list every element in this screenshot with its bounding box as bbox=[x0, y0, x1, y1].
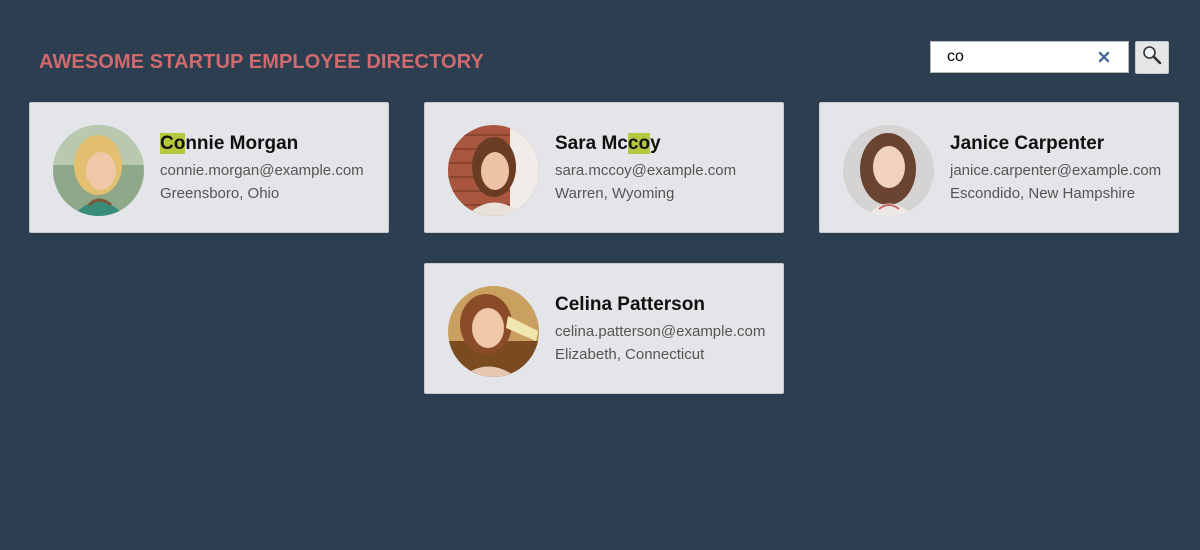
employee-email: celina.patterson@example.com bbox=[555, 323, 766, 340]
avatar bbox=[843, 125, 934, 216]
employee-card[interactable]: Janice Carpenter janice.carpenter@exampl… bbox=[819, 102, 1179, 233]
employee-card[interactable]: Celina Patterson celina.patterson@exampl… bbox=[424, 263, 784, 394]
employee-info: Sara Mccoy sara.mccoy@example.com Warren… bbox=[555, 132, 736, 203]
employee-email: connie.morgan@example.com bbox=[160, 162, 364, 179]
avatar bbox=[448, 286, 539, 377]
search-highlight: Co bbox=[160, 133, 186, 154]
employee-info: Janice Carpenter janice.carpenter@exampl… bbox=[950, 132, 1161, 203]
employee-name: Connie Morgan bbox=[160, 133, 299, 154]
avatar bbox=[448, 125, 539, 216]
search-highlight: co bbox=[627, 133, 651, 154]
search-box bbox=[930, 41, 1129, 73]
search-input[interactable] bbox=[931, 42, 1091, 72]
employee-location: Greensboro, Ohio bbox=[160, 185, 280, 202]
employee-name: Janice Carpenter bbox=[950, 133, 1105, 154]
avatar bbox=[53, 125, 144, 216]
employee-info: Connie Morgan connie.morgan@example.com … bbox=[160, 132, 364, 203]
employee-name: Sara Mccoy bbox=[555, 133, 661, 154]
close-icon[interactable] bbox=[1096, 49, 1112, 65]
search-button[interactable] bbox=[1135, 41, 1169, 74]
search-bar bbox=[930, 41, 1169, 74]
employee-info: Celina Patterson celina.patterson@exampl… bbox=[555, 293, 765, 364]
employee-email: sara.mccoy@example.com bbox=[555, 162, 737, 179]
employee-location: Escondido, New Hampshire bbox=[950, 185, 1136, 202]
employee-card[interactable]: Connie Morgan connie.morgan@example.com … bbox=[29, 102, 389, 233]
employee-card[interactable]: Sara Mccoy sara.mccoy@example.com Warren… bbox=[424, 102, 784, 233]
employee-name: Celina Patterson bbox=[555, 294, 705, 315]
page-title: AWESOME STARTUP EMPLOYEE DIRECTORY bbox=[39, 51, 484, 73]
employee-email: janice.carpenter@example.com bbox=[950, 162, 1162, 179]
magnifier-icon bbox=[1142, 45, 1162, 70]
employee-location: Elizabeth, Connecticut bbox=[555, 346, 705, 363]
employee-location: Warren, Wyoming bbox=[555, 185, 675, 202]
